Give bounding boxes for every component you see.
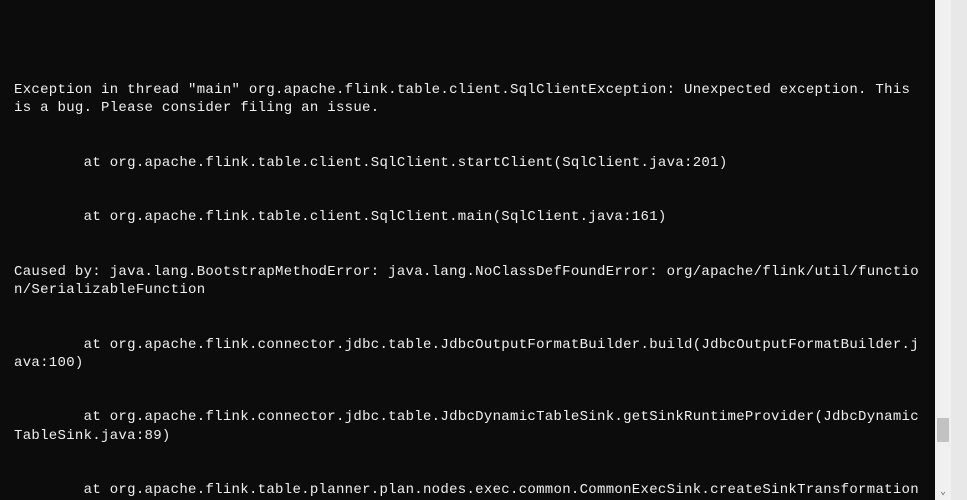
terminal-line: at org.apache.flink.table.client.SqlClie… [14,208,925,226]
scrollbar-arrow-down-icon[interactable]: ⌄ [935,484,951,500]
terminal-line: Caused by: java.lang.BootstrapMethodErro… [14,263,925,299]
outer-scrollbar-track: ⌄ [935,0,967,500]
terminal-line: at org.apache.flink.connector.jdbc.table… [14,336,925,372]
terminal-line: Exception in thread "main" org.apache.fl… [14,81,925,117]
chevron-down-icon: ⌄ [940,486,946,498]
terminal-output[interactable]: Exception in thread "main" org.apache.fl… [0,0,935,500]
terminal-line: at org.apache.flink.table.planner.plan.n… [14,481,925,500]
terminal-line: at org.apache.flink.table.client.SqlClie… [14,154,925,172]
terminal-line: at org.apache.flink.connector.jdbc.table… [14,408,925,444]
scrollbar-thumb[interactable] [937,418,949,442]
terminal-panel: Exception in thread "main" org.apache.fl… [0,0,935,500]
scrollbar-track[interactable]: ⌄ [935,0,951,500]
